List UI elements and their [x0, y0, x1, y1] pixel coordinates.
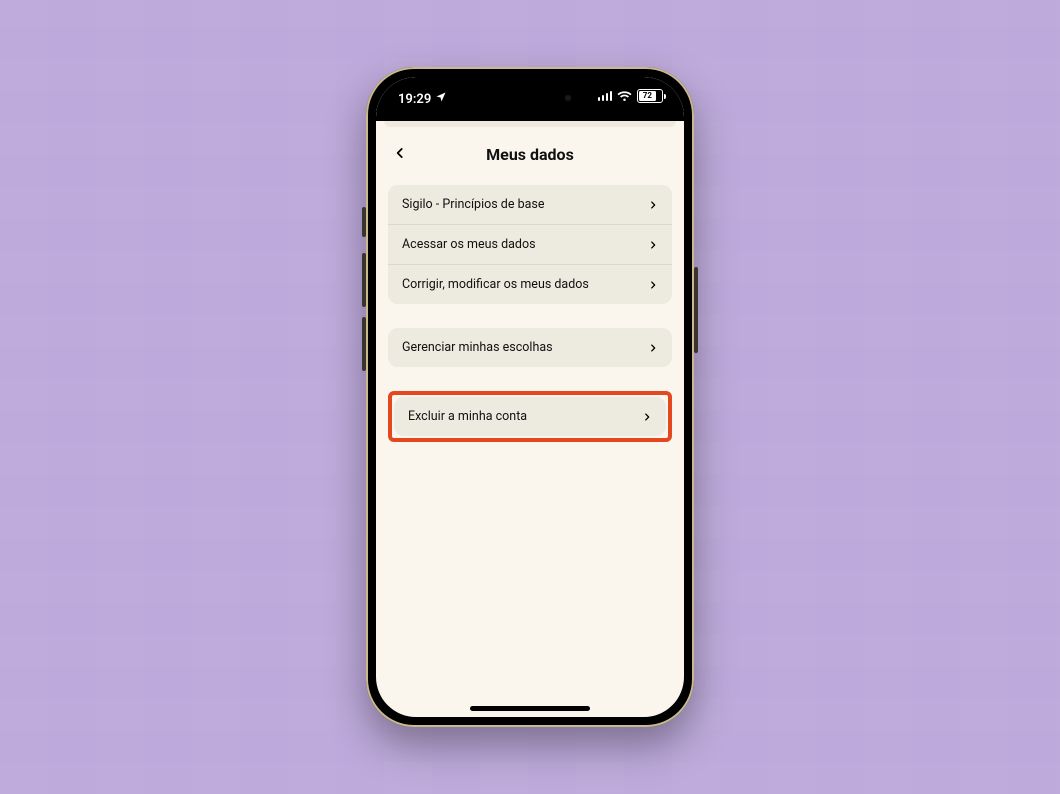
phone-frame: 19:29 72	[366, 67, 694, 727]
cell-signal-icon	[598, 91, 613, 101]
row-label: Corrigir, modificar os meus dados	[402, 277, 648, 292]
chevron-right-icon	[648, 200, 658, 210]
status-right: 72	[598, 89, 667, 103]
location-icon	[435, 91, 447, 107]
chevron-right-icon	[648, 280, 658, 290]
page-header: Meus dados	[376, 127, 684, 181]
chevron-right-icon	[648, 343, 658, 353]
phone-side-button	[362, 207, 366, 237]
page-title: Meus dados	[486, 145, 574, 164]
phone-screen: 19:29 72	[376, 77, 684, 717]
chevron-right-icon	[642, 412, 652, 422]
delete-account-row[interactable]: Excluir a minha conta	[394, 397, 666, 436]
row-label: Acessar os meus dados	[402, 237, 648, 252]
row-label: Gerenciar minhas escolhas	[402, 340, 648, 355]
home-indicator[interactable]	[470, 706, 590, 711]
manage-choices-row[interactable]: Gerenciar minhas escolhas	[388, 328, 672, 367]
settings-group: Gerenciar minhas escolhas	[388, 328, 672, 367]
phone-side-button	[362, 253, 366, 307]
phone-side-button	[694, 267, 698, 353]
status-bar: 19:29 72	[376, 77, 684, 121]
dynamic-island	[475, 85, 585, 113]
status-left: 19:29	[398, 91, 447, 107]
battery-icon: 72	[637, 89, 666, 103]
battery-percent: 72	[643, 92, 652, 100]
settings-group: Sigilo - Princípios de base Acessar os me…	[388, 185, 672, 304]
highlight-annotation: Excluir a minha conta	[388, 391, 672, 442]
page-background: 19:29 72	[0, 0, 1060, 794]
status-time: 19:29	[398, 92, 431, 107]
privacy-principles-row[interactable]: Sigilo - Princípios de base	[388, 185, 672, 224]
access-my-data-row[interactable]: Acessar os meus dados	[388, 224, 672, 264]
chevron-right-icon	[648, 240, 658, 250]
wifi-icon	[617, 90, 632, 102]
row-label: Excluir a minha conta	[408, 409, 642, 424]
back-button[interactable]	[386, 140, 414, 168]
chevron-left-icon	[393, 145, 407, 164]
correct-my-data-row[interactable]: Corrigir, modificar os meus dados	[388, 264, 672, 304]
settings-group: Excluir a minha conta	[394, 397, 666, 436]
phone-side-button	[362, 317, 366, 371]
row-label: Sigilo - Princípios de base	[402, 197, 648, 212]
settings-list: Sigilo - Princípios de base Acessar os me…	[376, 181, 684, 442]
